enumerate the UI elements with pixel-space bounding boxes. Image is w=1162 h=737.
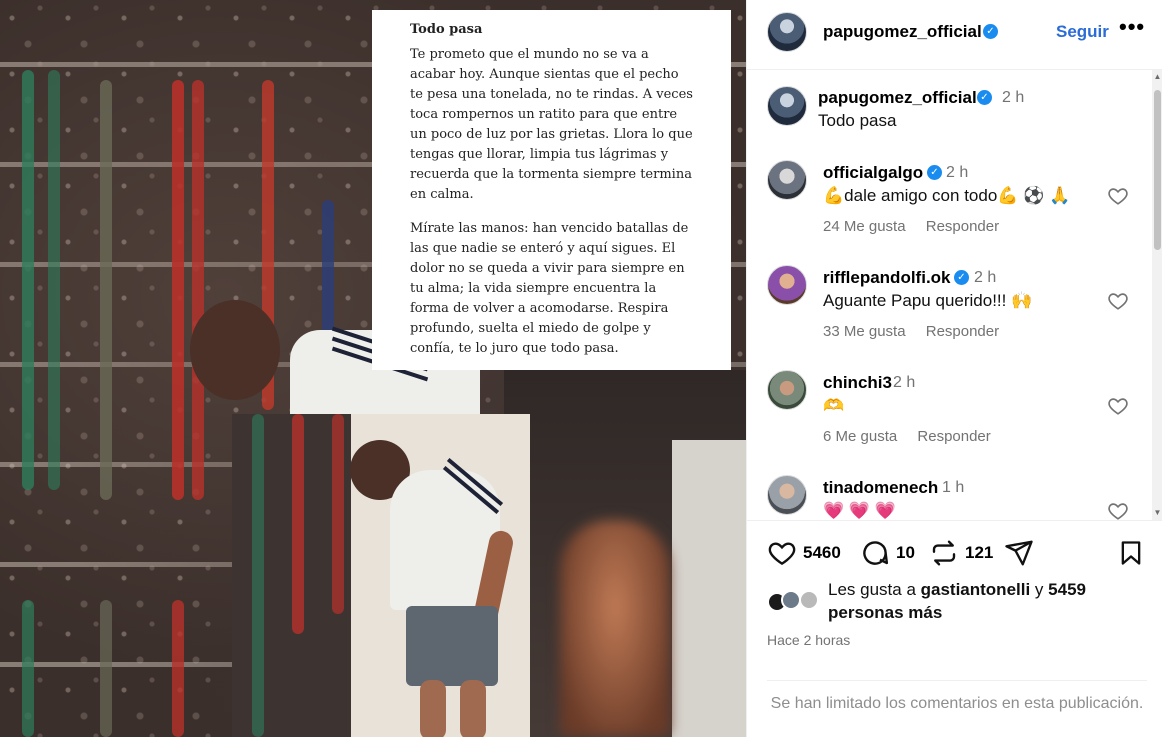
reply-button[interactable]: Responder [926, 218, 999, 235]
comment-likes[interactable]: 33 Me gusta [823, 323, 906, 340]
shorts [406, 606, 498, 686]
leg [420, 680, 446, 737]
quote-paragraph: Te prometo que el mundo no se va a acaba… [410, 47, 693, 202]
comment-likes[interactable]: 24 Me gusta [823, 218, 906, 235]
quote-card: Todo pasa Te prometo que el mundo no se … [372, 10, 731, 370]
comment-icon[interactable] [860, 538, 890, 568]
repost-action[interactable]: 121 [929, 538, 993, 568]
avatar[interactable] [767, 86, 807, 126]
quote-paragraph: Mírate las manos: han vencido batallas d… [410, 221, 689, 356]
comment-text: 🫶 [823, 396, 845, 415]
person-standing [330, 430, 530, 737]
green-band [252, 414, 264, 737]
heart-icon[interactable] [1107, 395, 1129, 417]
blurred-arm [560, 520, 670, 737]
comment-username[interactable]: tinadomenech [823, 478, 938, 498]
liked-by-summary: Les gusta a gastiantonelli y 5459 person… [828, 578, 1128, 624]
green-band [48, 70, 60, 490]
avatar[interactable] [781, 590, 801, 610]
scrollbar-thumb[interactable] [1154, 90, 1161, 250]
comment-username[interactable]: rifflepandolfi.ok [823, 268, 951, 288]
post-sidebar: papugomez_official ✓ Seguir ••• papugome… [746, 0, 1162, 737]
reply-button[interactable]: Responder [917, 428, 990, 445]
comment-likes[interactable]: 6 Me gusta [823, 428, 897, 445]
repost-icon[interactable] [929, 538, 959, 568]
follow-button[interactable]: Seguir [1056, 22, 1109, 42]
comment-text: 💗 💗 💗 [823, 501, 896, 520]
comment-action[interactable]: 10 [860, 538, 915, 568]
person-head [190, 300, 280, 400]
verified-badge-icon: ✓ [927, 165, 942, 180]
header-username[interactable]: papugomez_official [823, 22, 982, 42]
posted-ago[interactable]: Hace 2 horas [767, 632, 850, 648]
heart-icon[interactable] [1107, 290, 1129, 312]
like-action[interactable]: 5460 [767, 538, 841, 568]
comment-text: 💪dale amigo con todo💪 ⚽ 🙏 [823, 186, 1071, 205]
verified-badge-icon: ✓ [977, 90, 992, 105]
avatar[interactable] [767, 12, 807, 52]
comment-time[interactable]: 2 h [946, 164, 968, 182]
leg [460, 680, 486, 737]
comments-count[interactable]: 10 [896, 543, 915, 563]
verified-badge-icon: ✓ [983, 24, 998, 39]
comment-meta: 24 Me gusta Responder [823, 218, 1015, 235]
liked-by-middle: y [1030, 580, 1049, 599]
bookmark-icon[interactable] [1117, 538, 1145, 568]
comment-time[interactable]: 2 h [974, 269, 996, 287]
more-options-icon[interactable]: ••• [1119, 14, 1145, 40]
heart-icon[interactable] [1107, 185, 1129, 207]
comment-time[interactable]: 2 h [893, 374, 915, 392]
avatar[interactable] [799, 590, 819, 610]
reply-button[interactable]: Responder [926, 323, 999, 340]
share-icon[interactable] [1004, 538, 1034, 568]
grey-band [100, 80, 112, 500]
comment-meta: 33 Me gusta Responder [823, 323, 1015, 340]
avatar[interactable] [767, 370, 807, 410]
comments-list[interactable]: papugomez_official ✓ 2 h Todo pasa offic… [747, 70, 1162, 521]
grey-band [100, 600, 112, 737]
avatar[interactable] [767, 265, 807, 305]
comment-username[interactable]: chinchi3 [823, 373, 892, 393]
red-band [292, 414, 304, 634]
caption-text: Todo pasa [818, 111, 897, 130]
likes-count[interactable]: 5460 [803, 543, 841, 563]
green-band [22, 70, 34, 490]
comment-username[interactable]: officialgalgo [823, 163, 923, 183]
comment-meta: 6 Me gusta Responder [823, 428, 1007, 445]
quote-title: Todo pasa [410, 22, 483, 37]
caption-time[interactable]: 2 h [1002, 89, 1024, 107]
avatar[interactable] [767, 475, 807, 515]
heart-icon[interactable] [1107, 500, 1129, 521]
red-band [172, 600, 184, 737]
comments-scrollbar[interactable]: ▲ ▼ [1152, 70, 1162, 520]
post-header: papugomez_official ✓ Seguir ••• [747, 0, 1162, 70]
comments-limited-note: Se han limitado los comentarios en esta … [767, 680, 1147, 714]
liked-by-prefix: Les gusta a [828, 580, 921, 599]
scroll-down-icon[interactable]: ▼ [1153, 508, 1162, 517]
post-image[interactable]: Todo pasa Te prometo que el mundo no se … [0, 0, 746, 737]
reposts-count[interactable]: 121 [965, 543, 993, 563]
comment-text: Aguante Papu querido!!! 🙌 [823, 291, 1033, 310]
green-band [22, 600, 34, 737]
heart-icon[interactable] [767, 538, 797, 568]
light-panel [672, 440, 746, 737]
verified-badge-icon: ✓ [954, 270, 969, 285]
scroll-up-icon[interactable]: ▲ [1153, 72, 1162, 81]
caption-username[interactable]: papugomez_official [818, 88, 977, 108]
liked-by-user[interactable]: gastiantonelli [921, 580, 1031, 599]
avatar[interactable] [767, 160, 807, 200]
comment-time[interactable]: 1 h [942, 479, 964, 497]
